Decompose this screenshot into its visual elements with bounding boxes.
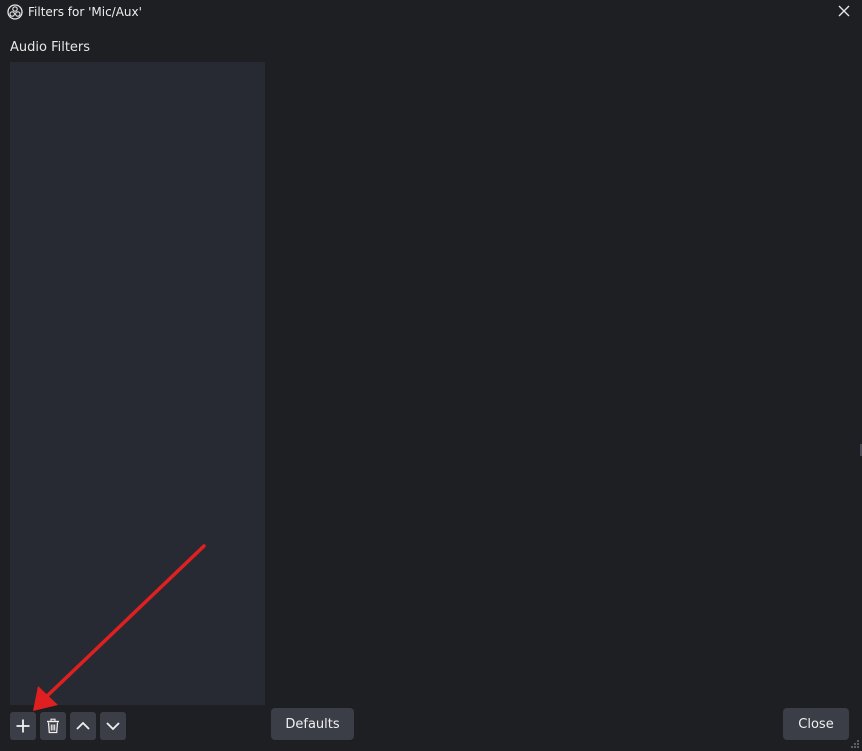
move-filter-down-button[interactable] [100, 712, 126, 740]
defaults-button[interactable]: Defaults [271, 708, 354, 740]
plus-icon [16, 719, 30, 733]
audio-filters-label: Audio Filters [10, 40, 91, 55]
title-bar: Filters for 'Mic/Aux' [0, 0, 862, 24]
move-filter-up-button[interactable] [70, 712, 96, 740]
filters-dialog: Filters for 'Mic/Aux' Audio Filters Defa… [0, 0, 862, 751]
trash-icon [47, 718, 59, 734]
chevron-down-icon [106, 722, 120, 731]
remove-filter-button[interactable] [40, 712, 66, 740]
add-filter-button[interactable] [10, 712, 36, 740]
close-icon[interactable] [836, 3, 852, 19]
window-title: Filters for 'Mic/Aux' [28, 5, 142, 19]
chevron-up-icon [76, 721, 90, 730]
close-button[interactable]: Close [783, 708, 849, 740]
resize-grip-icon[interactable] [850, 739, 860, 749]
obs-logo-icon [7, 4, 23, 20]
audio-filter-list[interactable] [10, 62, 265, 705]
